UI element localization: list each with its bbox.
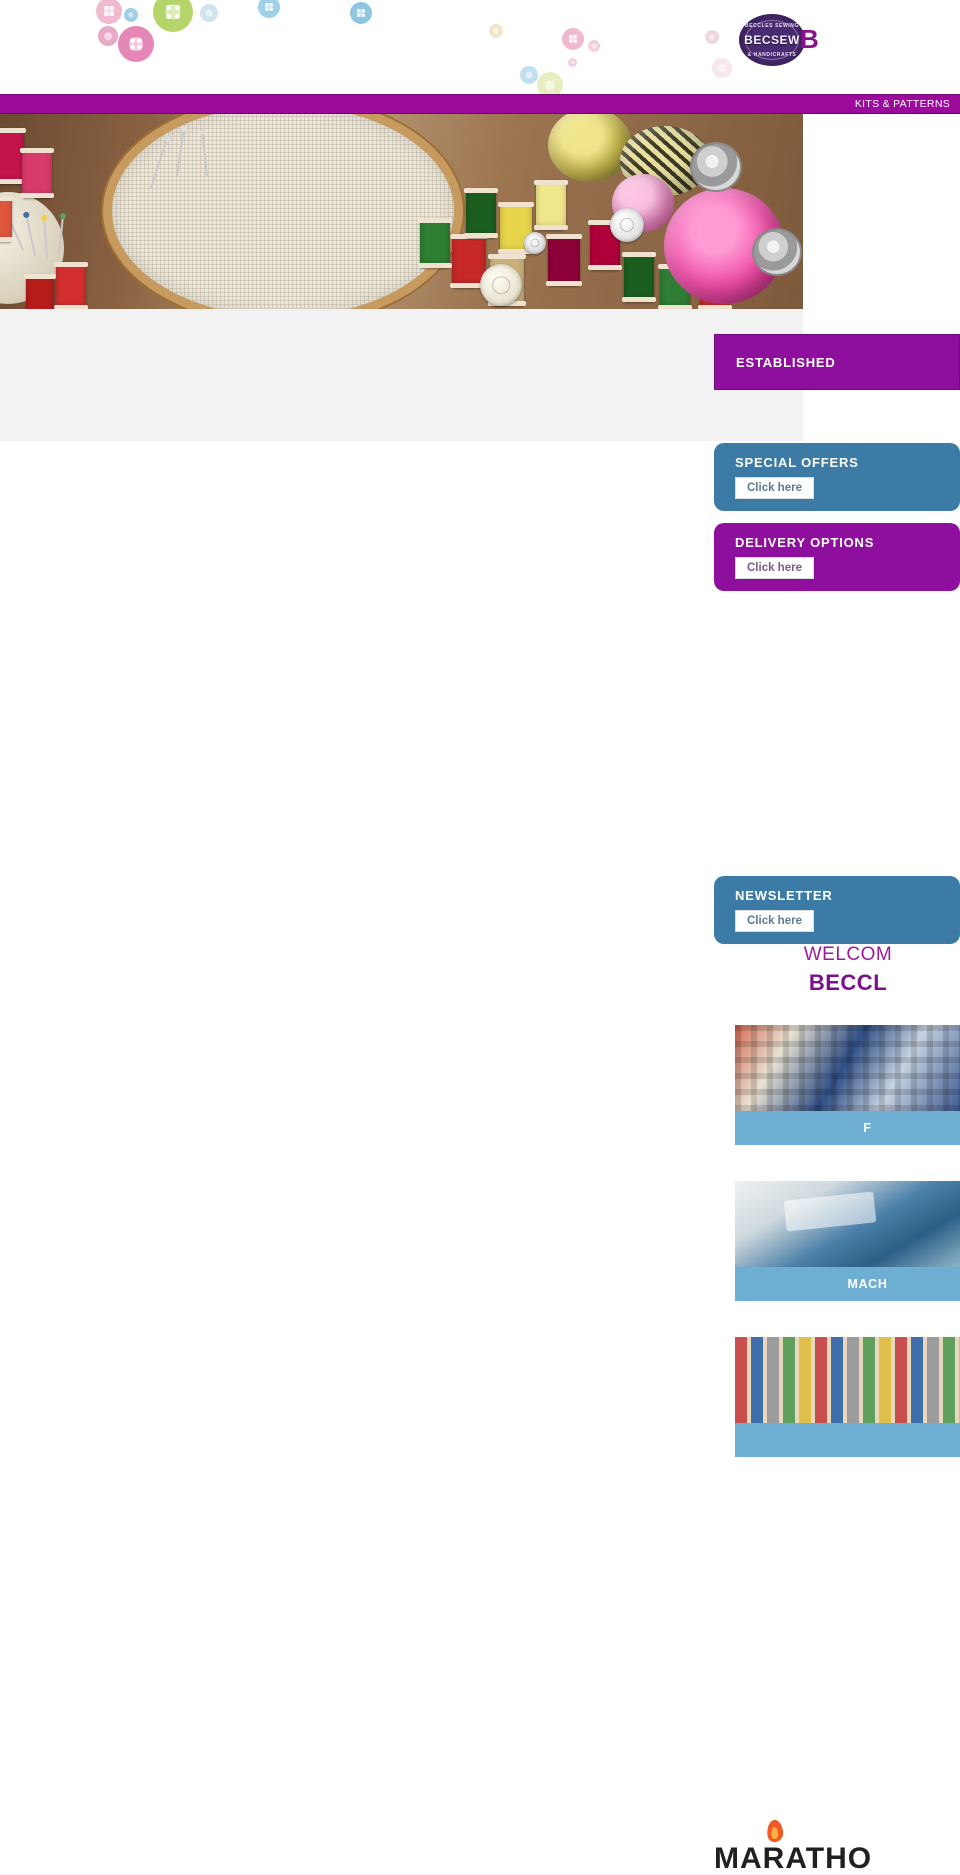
button-image [480, 264, 522, 306]
decorative-button-icon [96, 0, 122, 24]
thread-spool-image [24, 274, 56, 309]
category-caption: MACH [735, 1267, 960, 1301]
category-caption: F [735, 1111, 960, 1145]
thread-spool-image [534, 180, 568, 230]
thread-spool-image [0, 128, 26, 184]
marathon-brand-logo: MARATHO [714, 1820, 960, 1875]
button-image [610, 208, 644, 242]
decorative-button-icon [350, 2, 372, 24]
decorative-button-icon [562, 28, 584, 50]
page-root: BECCLES SEWING BECSEW & HANDICRAFTS B KI… [0, 0, 960, 1875]
decorative-button-icon [153, 0, 193, 32]
category-image [735, 1181, 960, 1267]
promo-title: SPECIAL OFFERS [735, 455, 859, 470]
decorative-button-icon [489, 24, 503, 38]
category-tile-machines[interactable]: MACH [735, 1181, 960, 1301]
category-caption [735, 1423, 960, 1457]
special-offers-click-here-button[interactable]: Click here [735, 477, 814, 499]
decorative-button-icon [258, 0, 280, 18]
promo-title: NEWSLETTER [735, 888, 833, 903]
promo-title: DELIVERY OPTIONS [735, 535, 875, 550]
decorative-button-icon [537, 72, 563, 94]
content-band [0, 309, 803, 441]
decorative-button-icon [124, 8, 138, 22]
thread-spool-image [20, 148, 54, 198]
decorative-button-icon [98, 26, 118, 46]
thread-spool-image [0, 196, 14, 242]
welcome-heading: WELCOM BECCL [714, 944, 960, 996]
hero-banner [0, 114, 803, 309]
promo-delivery-options[interactable]: DELIVERY OPTIONS Click here [714, 523, 960, 591]
button-image [524, 232, 546, 254]
yarn-ball-image [548, 114, 632, 182]
thread-spool-image [418, 218, 452, 268]
decorative-button-icon [568, 58, 577, 67]
thread-spool-image [54, 262, 88, 309]
thread-spool-image [464, 188, 498, 238]
welcome-line-2: BECCL [808, 970, 888, 995]
newsletter-click-here-button[interactable]: Click here [735, 910, 814, 932]
embroidery-hoop-image [103, 114, 463, 309]
promo-newsletter[interactable]: NEWSLETTER Click here [714, 876, 960, 944]
decorative-button-icon [200, 4, 218, 22]
flame-icon [766, 1820, 784, 1844]
decorative-button-icon [118, 26, 154, 62]
promo-special-offers[interactable]: SPECIAL OFFERS Click here [714, 443, 960, 511]
sidebar: SPECIAL OFFERS Click here DELIVERY OPTIO… [714, 0, 960, 1875]
thread-spool-image [622, 252, 656, 302]
decorative-button-icon [588, 40, 600, 52]
category-tile-fabric[interactable]: F [735, 1025, 960, 1145]
category-tile-threads[interactable] [735, 1337, 960, 1457]
decorative-button-icon [520, 66, 538, 84]
welcome-line-1: WELCOM [803, 944, 893, 965]
thread-spool-image [546, 234, 582, 286]
marathon-wordmark: MARATHO [714, 1842, 873, 1875]
category-image [735, 1337, 960, 1423]
category-image [735, 1025, 960, 1111]
delivery-options-click-here-button[interactable]: Click here [735, 557, 814, 579]
